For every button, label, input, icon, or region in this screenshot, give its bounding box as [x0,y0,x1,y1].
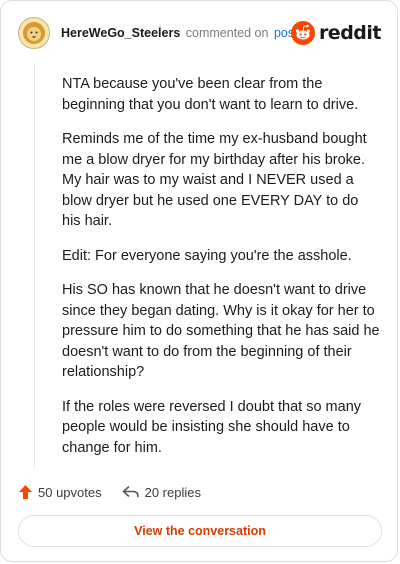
reddit-wordmark: reddit [318,22,382,44]
username-link[interactable]: HereWeGo_Steelers [61,26,180,40]
lion-avatar-icon [19,18,49,48]
comment-paragraph: Edit: For everyone saying you're the ass… [62,247,352,264]
reply-arrow-icon [122,486,139,498]
upvote-arrow-icon [19,485,32,499]
comment-paragraph: His SO has known that he doesn't want to… [62,282,380,380]
comment-paragraph: Reminds me of the time my ex-husband bou… [62,131,367,229]
byline: HereWeGo_Steelers commented on post [61,26,298,40]
reply-stat[interactable]: 20 replies [122,485,201,500]
upvote-count: 50 upvotes [38,484,102,500]
thread-line [34,63,35,468]
comment-footer: 50 upvotes 20 replies [18,481,201,503]
reply-count: 20 replies [144,484,201,500]
byline-verb: commented on [185,26,269,40]
comment-body: NTA because you've been clear from the b… [62,74,380,472]
reddit-logo[interactable]: reddit [290,20,382,46]
comment-paragraph: NTA because you've been clear from the b… [62,76,359,113]
upvote-stat[interactable]: 50 upvotes [18,484,102,500]
user-avatar[interactable] [18,17,50,49]
reddit-snoo-icon [290,21,315,45]
comment-paragraph: If the roles were reversed I doubt that … [62,398,362,456]
comment-card: HereWeGo_Steelers commented on post redd… [0,0,398,562]
view-conversation-label: View the conversation [134,524,266,538]
comment-header: HereWeGo_Steelers commented on post redd… [18,17,382,51]
view-conversation-button[interactable]: View the conversation [18,515,382,547]
